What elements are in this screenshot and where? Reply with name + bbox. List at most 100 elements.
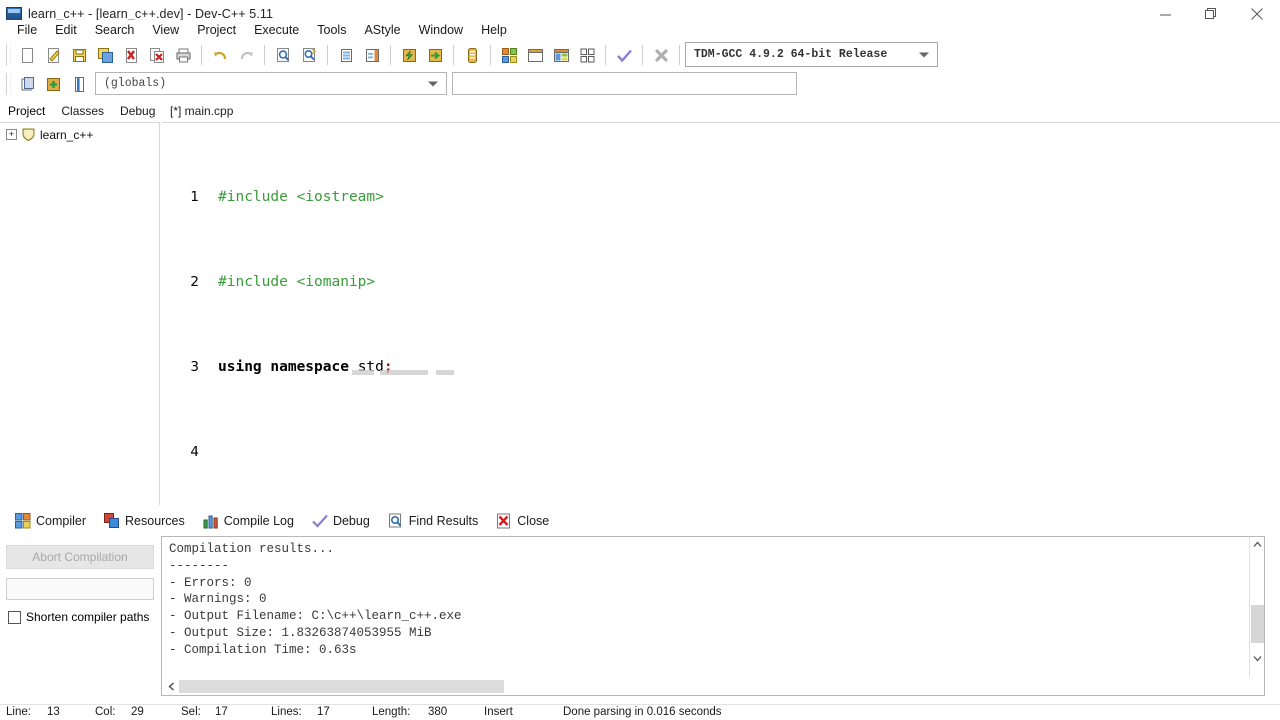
line-number: 3 [190,359,199,376]
open-file-icon[interactable] [40,43,66,67]
toolbar-separator [327,45,328,65]
print-icon[interactable] [170,43,196,67]
main-toolbar [0,40,1280,70]
debug-check-icon [312,514,328,528]
menu-view[interactable]: View [143,21,188,39]
stop-execution-icon[interactable] [648,43,674,67]
status-line-label: Line: [6,706,31,718]
menu-project[interactable]: Project [188,21,245,39]
status-sel-label: Sel: [181,706,201,718]
tab-classes[interactable]: Classes [53,104,112,118]
compiler-select[interactable]: TDM-GCC 4.9.2 64-bit Release [685,42,938,67]
status-length-label: Length: [372,706,411,718]
compile-icon[interactable] [396,43,422,67]
fold-column [206,442,218,463]
code-text: #include <iostream> [218,188,384,205]
status-lines-value: 17 [317,706,330,718]
chevron-left-icon[interactable] [164,678,179,694]
line-number: 4 [190,444,199,461]
insert-code-icon[interactable] [14,72,40,96]
abort-compilation-button[interactable]: Abort Compilation [6,545,154,569]
tab-project[interactable]: Project [0,104,53,118]
tab-debug[interactable]: Debug [112,104,163,118]
menu-window[interactable]: Window [410,21,472,39]
menu-help[interactable]: Help [472,21,516,39]
log-hscroll-thumb[interactable] [179,680,504,693]
save-icon[interactable] [66,43,92,67]
render-artifact [352,370,374,375]
log-horizontal-scrollbar[interactable] [161,678,1265,696]
log-scroll-thumb[interactable] [1251,605,1264,643]
close-file-icon[interactable] [118,43,144,67]
tab-find-results[interactable]: Find Results [379,513,487,529]
tab-compile-log[interactable]: Compile Log [194,513,303,529]
resources-icon [104,513,120,528]
tab-debug-output[interactable]: Debug [303,513,379,529]
compile-and-run-icon[interactable] [459,43,485,67]
code-line: 2 #include <iomanip> [162,272,1280,293]
code-line: 4 [162,442,1280,463]
shorten-compiler-paths-checkbox[interactable] [8,610,21,624]
close-all-icon[interactable] [144,43,170,67]
class-browser-icon[interactable] [548,43,574,67]
fold-column [206,272,218,293]
project-tree-root[interactable]: + learn_c++ [0,123,159,142]
left-panel-tabs: Project Classes Debug [0,101,160,121]
log-vertical-scrollbar[interactable] [1249,537,1264,685]
toolbar-separator [201,45,202,65]
replace-icon[interactable] [333,43,359,67]
tab-compiler[interactable]: Compiler [6,513,95,529]
expand-toggle-icon[interactable]: + [6,129,17,140]
save-all-icon[interactable] [92,43,118,67]
find-icon[interactable] [270,43,296,67]
menu-search[interactable]: Search [86,21,144,39]
toolbar-separator [490,45,491,65]
find-next-icon[interactable] [296,43,322,67]
run-icon[interactable] [422,43,448,67]
editor-tab-label: [*] main.cpp [170,104,234,118]
undo-icon[interactable] [207,43,233,67]
new-file-icon[interactable] [14,43,40,67]
goto-line-icon[interactable] [359,43,385,67]
project-tree-label: learn_c++ [40,127,94,142]
line-number: 1 [190,188,199,205]
editor-panel-icon[interactable] [522,43,548,67]
compile-log-pane[interactable]: Compilation results... -------- - Errors… [161,536,1265,686]
close-panel-icon [497,513,511,529]
render-artifact [436,370,454,375]
chevron-down-icon [428,81,438,86]
menu-astyle[interactable]: AStyle [355,21,409,39]
project-shield-icon [22,128,35,142]
tab-close-label: Close [517,514,550,528]
tab-close-panel[interactable]: Close [487,513,558,529]
chevron-down-icon [919,52,929,57]
status-insert-mode: Insert [484,706,513,718]
fold-column [206,187,218,208]
project-manager-icon[interactable] [496,43,522,67]
menu-tools[interactable]: Tools [308,21,355,39]
menu-file[interactable]: File [8,21,46,39]
redo-icon[interactable] [233,43,259,67]
add-to-project-icon[interactable] [40,72,66,96]
toolbar-grip[interactable] [6,73,11,95]
tiled-view-icon[interactable] [574,43,600,67]
check-syntax-icon[interactable] [611,43,637,67]
toggle-bookmark-icon[interactable] [66,72,92,96]
menu-edit[interactable]: Edit [46,21,86,39]
scope-select[interactable]: (globals) [95,72,447,95]
toolbar-grip[interactable] [6,44,11,66]
member-select[interactable] [452,72,797,95]
chevron-up-icon[interactable] [1250,537,1264,552]
compilation-progress-bar [6,578,154,600]
tab-resources-label: Resources [125,514,185,528]
editor-tab-main-cpp[interactable]: [*] main.cpp [162,101,241,121]
toolbar-separator [642,45,643,65]
tab-resources[interactable]: Resources [95,513,194,529]
menu-execute[interactable]: Execute [245,21,308,39]
code-text: #include <iomanip> [218,274,376,291]
shorten-compiler-paths-label: Shorten compiler paths [26,610,150,624]
shorten-compiler-paths-row[interactable]: Shorten compiler paths [8,610,149,624]
compile-log-text: Compilation results... -------- - Errors… [169,542,462,657]
chevron-down-icon[interactable] [1250,651,1264,666]
code-editor[interactable]: 1 #include <iostream> 2 #include <iomani… [162,122,1280,505]
